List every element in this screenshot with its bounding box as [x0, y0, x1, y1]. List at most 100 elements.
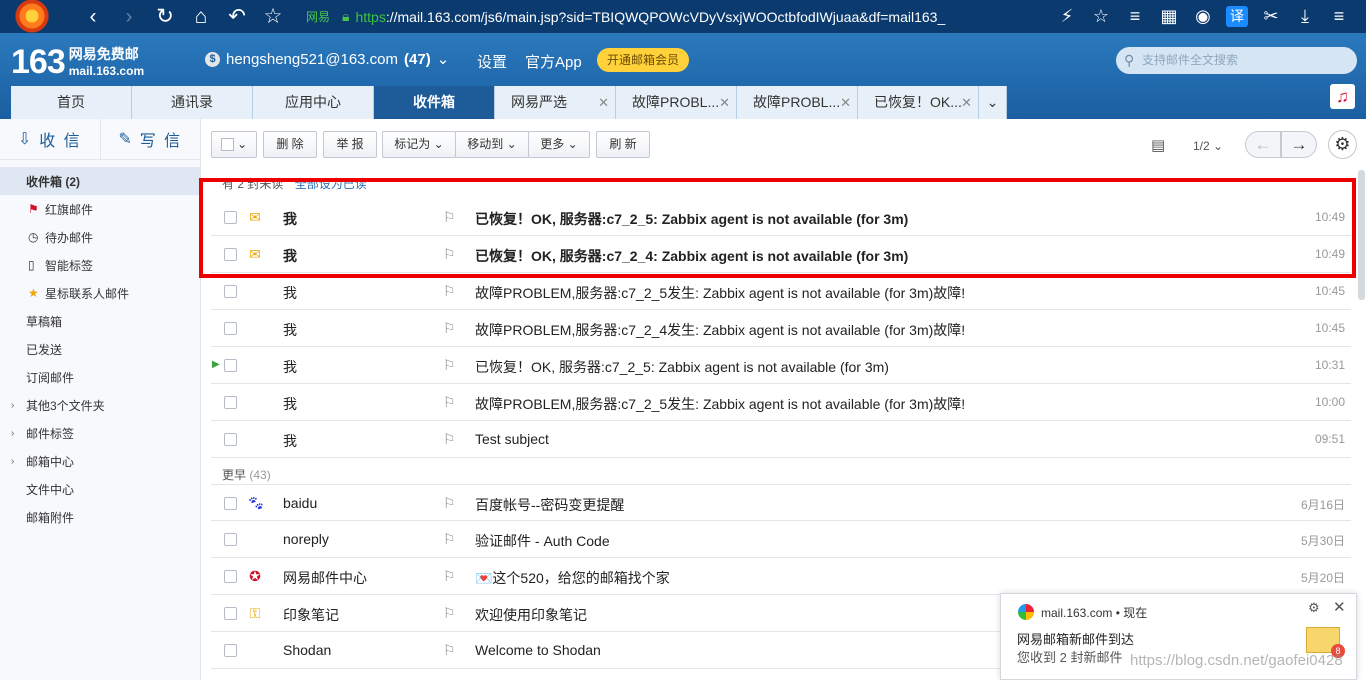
sidebar-item-drafts[interactable]: 草稿箱: [0, 307, 200, 335]
back-icon[interactable]: ‹: [80, 0, 106, 33]
tab-apps[interactable]: 应用中心: [253, 86, 374, 119]
row-checkbox[interactable]: [224, 248, 237, 261]
move-to-dropdown[interactable]: 移动到 ⌄: [455, 131, 529, 158]
sidebar-item-flagged[interactable]: ⚑ 红旗邮件: [0, 195, 200, 223]
download-icon[interactable]: ⤓: [1294, 6, 1316, 27]
flag-icon[interactable]: ⚐: [443, 209, 456, 226]
mark-all-read-link[interactable]: 全部设为已读: [295, 177, 367, 191]
more-icon[interactable]: ≡: [1328, 6, 1350, 27]
row-checkbox[interactable]: [224, 570, 237, 583]
prev-page-button[interactable]: ←: [1245, 131, 1281, 158]
compose-button[interactable]: ✎ 写 信: [99, 119, 201, 159]
gear-icon[interactable]: ⚙: [1308, 600, 1320, 616]
tab-more-button[interactable]: ⌄: [979, 86, 1007, 119]
menu-icon[interactable]: ≡: [1124, 6, 1146, 27]
sidebar-item-subscriptions[interactable]: 订阅邮件: [0, 363, 200, 391]
app-link[interactable]: 官方App: [525, 51, 582, 72]
bookmark-star-icon[interactable]: ☆: [1090, 6, 1112, 27]
lightning-icon[interactable]: ⚡: [1056, 6, 1078, 27]
flag-icon[interactable]: ⚐: [443, 246, 456, 263]
row-checkbox[interactable]: [224, 359, 237, 372]
gear-icon[interactable]: ⚙: [1328, 130, 1357, 159]
scissors-icon[interactable]: ✂: [1260, 6, 1282, 27]
scrollbar[interactable]: [1358, 170, 1365, 300]
calendar-icon[interactable]: ▤: [1151, 136, 1165, 154]
address-bar[interactable]: 网易 🔒︎ https ://mail.163.com/js6/main.jsp…: [306, 8, 1056, 25]
table-row[interactable]: ✉ 我 ⚐ 已恢复！OK, 服务器:c7_2_5: Zabbix agent i…: [211, 199, 1351, 236]
close-icon[interactable]: ✕: [598, 86, 609, 119]
undo-icon[interactable]: ↶: [224, 0, 250, 33]
table-row[interactable]: 我 ⚐ 故障PROBLEM,服务器:c7_2_5发生: Zabbix agent…: [211, 384, 1351, 421]
flag-icon[interactable]: ⚐: [443, 495, 456, 512]
receive-button[interactable]: ⇩ 收 信: [0, 119, 100, 159]
close-icon[interactable]: ✕: [840, 86, 851, 119]
row-checkbox[interactable]: [224, 433, 237, 446]
tab-problem-2[interactable]: 故障PROBL... ✕: [737, 86, 858, 119]
table-row[interactable]: 我 ⚐ 故障PROBLEM,服务器:c7_2_4发生: Zabbix agent…: [211, 310, 1351, 347]
page-selector[interactable]: 1/2 ⌄: [1193, 139, 1223, 153]
flag-icon[interactable]: ⚐: [443, 642, 456, 659]
tab-problem-1[interactable]: 故障PROBL... ✕: [616, 86, 737, 119]
settings-link[interactable]: 设置: [477, 51, 507, 72]
table-row[interactable]: 我 ⚐ Test subject 09:51: [211, 421, 1351, 458]
table-row[interactable]: noreply ⚐ 验证邮件 - Auth Code 5月30日: [211, 521, 1351, 558]
sidebar-item-attachments[interactable]: 邮箱附件: [0, 503, 200, 531]
mark-as-dropdown[interactable]: 标记为 ⌄: [382, 131, 456, 158]
tab-contacts[interactable]: 通讯录: [132, 86, 253, 119]
table-row[interactable]: ▶ 我 ⚐ 已恢复！OK, 服务器:c7_2_5: Zabbix agent i…: [211, 347, 1351, 384]
flag-icon[interactable]: ⚐: [443, 394, 456, 411]
tab-yanxuan[interactable]: 网易严选 ✕: [495, 86, 616, 119]
sidebar-item-file-center[interactable]: 文件中心: [0, 475, 200, 503]
globe-icon[interactable]: ◉: [1192, 6, 1214, 27]
table-row[interactable]: 🐾︎ baidu ⚐ 百度帐号--密码变更提醒 6月16日: [211, 484, 1351, 521]
flag-icon[interactable]: ⚐: [443, 320, 456, 337]
row-checkbox[interactable]: [224, 322, 237, 335]
row-checkbox[interactable]: [224, 644, 237, 657]
account-menu[interactable]: $ hengsheng521@163.com (47) ⌄: [205, 50, 449, 68]
apps-icon[interactable]: ▦: [1158, 6, 1180, 27]
sidebar-item-inbox[interactable]: 收件箱 (2): [0, 167, 200, 195]
sidebar-item-todo[interactable]: ◷ 待办邮件: [0, 223, 200, 251]
table-row[interactable]: ✪ 网易邮件中心 ⚐ 💌这个520，给您的邮箱找个家 5月20日: [211, 558, 1351, 595]
row-checkbox[interactable]: [224, 533, 237, 546]
translate-icon[interactable]: 译: [1226, 6, 1248, 27]
tab-home[interactable]: 首页: [11, 86, 132, 119]
close-icon[interactable]: ✕: [1333, 598, 1346, 616]
music-icon[interactable]: ♫: [1330, 84, 1355, 109]
table-row[interactable]: 我 ⚐ 故障PROBLEM,服务器:c7_2_5发生: Zabbix agent…: [211, 273, 1351, 310]
table-row[interactable]: ✉ 我 ⚐ 已恢复！OK, 服务器:c7_2_4: Zabbix agent i…: [211, 236, 1351, 273]
row-checkbox[interactable]: [224, 211, 237, 224]
tab-inbox[interactable]: 收件箱: [374, 86, 495, 119]
forward-icon[interactable]: ›: [116, 0, 142, 33]
report-button[interactable]: 举 报: [323, 131, 377, 158]
sidebar-item-sent[interactable]: 已发送: [0, 335, 200, 363]
refresh-button[interactable]: 刷 新: [596, 131, 650, 158]
flag-icon[interactable]: ⚐: [443, 431, 456, 448]
row-checkbox[interactable]: [224, 285, 237, 298]
home-icon[interactable]: ⌂: [188, 0, 214, 33]
flag-icon[interactable]: ⚐: [443, 568, 456, 585]
next-page-button[interactable]: →: [1281, 131, 1317, 158]
sidebar-item-other-folders[interactable]: › 其他3个文件夹: [0, 391, 200, 419]
vip-button[interactable]: 开通邮箱会员: [597, 48, 690, 72]
search-input[interactable]: ⚲ 支持邮件全文搜索: [1116, 47, 1357, 74]
row-checkbox[interactable]: [224, 497, 237, 510]
more-dropdown[interactable]: 更多 ⌄: [528, 131, 590, 158]
row-checkbox[interactable]: [224, 396, 237, 409]
flag-icon[interactable]: ⚐: [443, 283, 456, 300]
sidebar-item-mail-tags[interactable]: › 邮件标签: [0, 419, 200, 447]
mail-logo[interactable]: 163 网易免费邮 mail.163.com: [11, 45, 144, 79]
star-icon[interactable]: ☆: [260, 0, 286, 33]
row-checkbox[interactable]: [224, 607, 237, 620]
sidebar-item-starred-contacts[interactable]: ★ 星标联系人邮件: [0, 279, 200, 307]
sidebar-item-mail-center[interactable]: › 邮箱中心: [0, 447, 200, 475]
sidebar-item-smart-tags[interactable]: ▯ 智能标签: [0, 251, 200, 279]
reload-icon[interactable]: ↻: [152, 0, 178, 33]
flag-icon[interactable]: ⚐: [443, 357, 456, 374]
close-icon[interactable]: ✕: [719, 86, 730, 119]
flag-icon[interactable]: ⚐: [443, 531, 456, 548]
tab-recovered[interactable]: 已恢复！OK... ✕: [858, 86, 979, 119]
delete-button[interactable]: 删 除: [263, 131, 317, 158]
select-all-dropdown[interactable]: ⌄: [211, 131, 257, 158]
flag-icon[interactable]: ⚐: [443, 605, 456, 622]
